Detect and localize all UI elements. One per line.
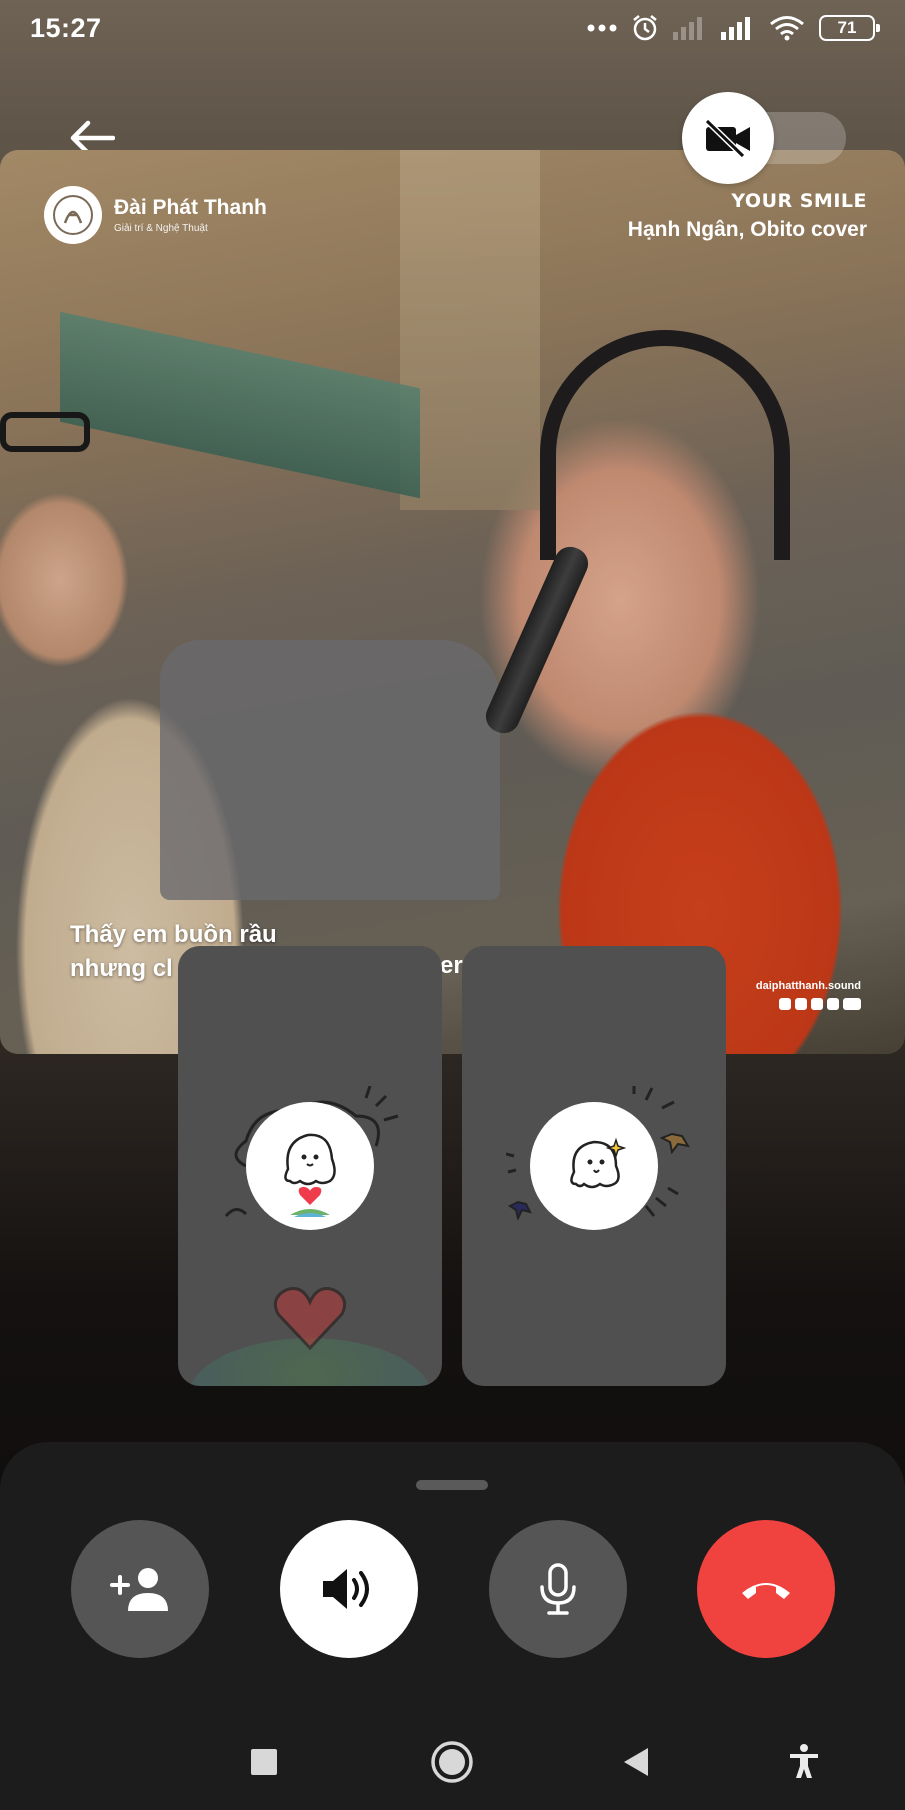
status-icons: 71 — [587, 14, 880, 42]
phone-hangup-icon — [742, 1583, 790, 1599]
microphone-button[interactable] — [489, 1520, 627, 1658]
accessibility-icon — [790, 1744, 818, 1778]
youtube-icon — [827, 998, 839, 1010]
channel-info: daiphatthanh.sound — [756, 980, 861, 1010]
participant-avatar — [530, 1102, 658, 1230]
home-circle-icon — [431, 1741, 473, 1783]
recent-apps-button[interactable] — [234, 1732, 294, 1792]
home-button[interactable] — [422, 1732, 482, 1792]
participant-avatar — [246, 1102, 374, 1230]
call-controls-sheet — [0, 1442, 905, 1810]
status-time: 15:27 — [30, 12, 102, 43]
status-bar: 15:27 71 — [0, 0, 905, 56]
brand-subtitle: Giải trí & Nghệ Thuật — [114, 223, 208, 234]
song-info: YOUR SMILE Hạnh Ngân, Obito cover — [628, 190, 867, 242]
battery-level: 71 — [837, 18, 857, 37]
social-icons — [756, 998, 861, 1010]
video-off-icon — [704, 118, 750, 158]
triangle-back-icon — [624, 1748, 648, 1776]
heart-doodle — [273, 1287, 347, 1351]
add-participant-button[interactable] — [71, 1520, 209, 1658]
brand-logo-mark — [53, 195, 93, 235]
alarm-icon — [633, 15, 657, 41]
song-title: YOUR SMILE — [731, 190, 867, 212]
brand-logo — [44, 186, 102, 244]
battery-indicator: 71 — [819, 15, 880, 41]
signal-icon — [721, 17, 750, 40]
accessibility-button[interactable] — [774, 1732, 834, 1792]
person-add-icon — [110, 1568, 168, 1611]
soundcloud-icon — [843, 998, 861, 1010]
lyrics-line-2-tail: er — [440, 952, 463, 979]
ghost-sparkle-icon — [570, 1137, 627, 1189]
wifi-icon — [770, 16, 804, 41]
main-video-feed[interactable]: Đài Phát Thanh Giải trí & Nghệ Thuật YOU… — [0, 150, 905, 1054]
participant-tile[interactable] — [178, 946, 442, 1386]
participant-tile[interactable] — [462, 946, 726, 1386]
facebook-icon — [795, 998, 807, 1010]
video-brand: Đài Phát Thanh Giải trí & Nghệ Thuật — [44, 186, 267, 244]
speaker-button[interactable] — [280, 1520, 418, 1658]
brand-name: Đài Phát Thanh — [114, 196, 267, 219]
instagram-icon — [779, 998, 791, 1010]
sheet-drag-handle[interactable] — [416, 1480, 488, 1490]
system-navigation-bar — [0, 1732, 905, 1810]
spotify-icon — [811, 998, 823, 1010]
speaker-icon — [323, 1569, 369, 1609]
camera-toggle-knob[interactable] — [682, 92, 774, 184]
microphone-icon — [540, 1563, 576, 1615]
more-dots-icon — [587, 24, 617, 32]
song-artist: Hạnh Ngân, Obito cover — [627, 218, 867, 241]
system-back-button[interactable] — [606, 1732, 666, 1792]
ghost-heart-icon — [284, 1133, 336, 1217]
channel-handle: daiphatthanh.sound — [755, 980, 861, 992]
end-call-button[interactable] — [697, 1520, 835, 1658]
camera-toggle[interactable] — [682, 92, 846, 184]
square-icon — [251, 1749, 277, 1775]
signal-weak-icon — [673, 17, 702, 40]
